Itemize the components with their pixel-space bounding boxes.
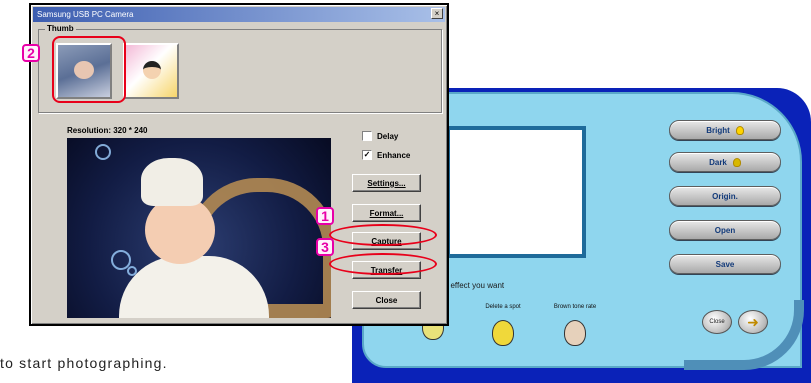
dark-button[interactable]: Dark: [669, 152, 781, 172]
delay-checkbox[interactable]: [362, 131, 372, 141]
baby-hat: [141, 158, 203, 206]
effect-hint-text: t effect you want: [446, 281, 505, 290]
dialog-title: Samsung USB PC Camera: [37, 10, 134, 19]
delete-spot-label: Delete a spot: [485, 304, 521, 310]
thumb-group-label: Thumb: [45, 24, 76, 33]
dark-button-label: Dark: [709, 157, 727, 167]
format-button[interactable]: Format...: [352, 204, 421, 222]
origin-button-label: Origin.: [712, 191, 738, 201]
step-1-marker: 1: [316, 207, 334, 225]
capture-highlight-ring: [329, 224, 437, 246]
close-button[interactable]: Close: [352, 291, 421, 309]
delay-label: Delay: [377, 131, 399, 141]
settings-button[interactable]: Settings...: [352, 174, 421, 192]
resolution-label: Resolution: 320 * 240: [67, 126, 148, 135]
decorative-curve: [684, 300, 804, 370]
enhance-label: Enhance: [377, 150, 411, 160]
thumbnail-2[interactable]: [123, 43, 179, 99]
light-bulb-icon: [735, 125, 744, 135]
enhance-checkbox[interactable]: ✓: [362, 150, 372, 160]
thumbnail-image: [143, 61, 161, 79]
bright-button-label: Bright: [706, 125, 730, 135]
bubble: [95, 144, 111, 160]
delete-spot-effect[interactable]: Delete a spot: [468, 304, 538, 346]
dialog-titlebar[interactable]: Samsung USB PC Camera ×: [33, 7, 445, 22]
open-button[interactable]: Open: [669, 220, 781, 240]
enhance-checkbox-row[interactable]: ✓ Enhance: [362, 150, 410, 160]
brown-tone-label: Brown tone rate: [553, 304, 597, 310]
light-bulb-icon: [732, 157, 741, 167]
editor-preview-area: [446, 126, 586, 258]
step-2-marker: 2: [22, 44, 40, 62]
save-button-label: Save: [715, 259, 735, 269]
delay-checkbox-row[interactable]: Delay: [362, 131, 398, 141]
open-button-label: Open: [714, 225, 736, 235]
save-button[interactable]: Save: [669, 254, 781, 274]
close-icon[interactable]: ×: [431, 8, 443, 19]
thumbnail-highlight-box: [52, 36, 126, 103]
baby-face: [145, 196, 215, 264]
transfer-highlight-ring: [329, 253, 437, 275]
caption-text: to start photographing.: [0, 355, 168, 371]
face-icon: [564, 320, 586, 346]
camera-preview-image: [67, 138, 331, 318]
yellow-face-icon: [492, 320, 514, 346]
origin-button[interactable]: Origin.: [669, 186, 781, 206]
brown-tone-effect[interactable]: Brown tone rate: [540, 304, 610, 346]
bright-button[interactable]: Bright: [669, 120, 781, 140]
step-3-marker: 3: [316, 238, 334, 256]
